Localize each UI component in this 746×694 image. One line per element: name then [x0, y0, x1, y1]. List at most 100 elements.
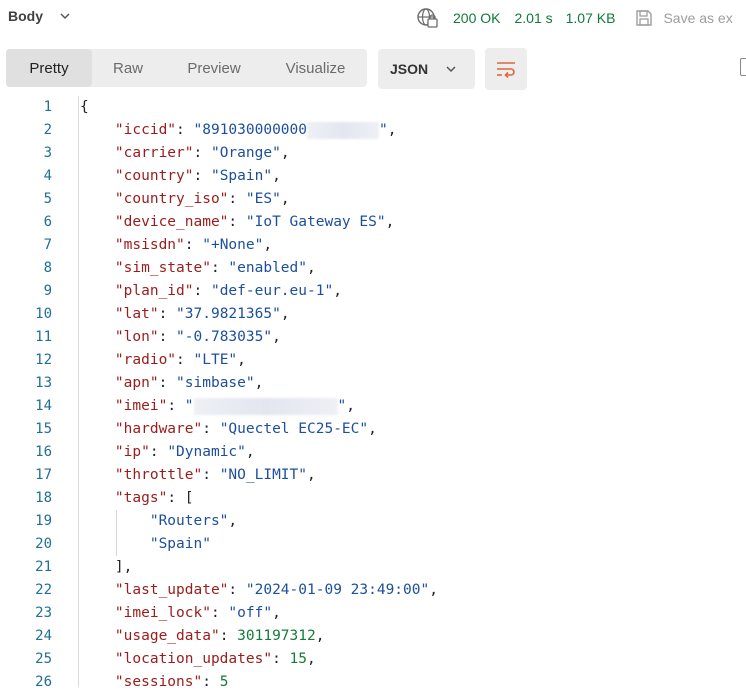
json-key: "last_update"	[114, 582, 229, 598]
json-string: "891030000000	[193, 122, 308, 138]
comma: ,	[333, 283, 342, 299]
code-line: 13 "apn": "simbase",	[0, 372, 746, 395]
code-line: 20 "Spain"	[0, 533, 746, 556]
response-size[interactable]: 1.07 KB	[566, 10, 616, 26]
code-line: 18 "tags": [	[0, 487, 746, 510]
code-line: 4 "country": "Spain",	[0, 165, 746, 188]
tab-pretty[interactable]: Pretty	[6, 49, 92, 87]
line-number: 20	[35, 536, 52, 552]
comma: ,	[237, 352, 246, 368]
code-text: "apn": "simbase",	[80, 372, 263, 395]
code-text: "iccid": "891030000000 ",	[80, 119, 396, 142]
code-text: "imei": " ",	[80, 395, 355, 418]
tab-raw[interactable]: Raw	[92, 49, 164, 87]
line-number: 25	[35, 651, 52, 667]
code-text: "lat": "37.9821365",	[80, 303, 290, 326]
json-key: "carrier"	[114, 145, 194, 161]
code-text: "device_name": "IoT Gateway ES",	[80, 211, 394, 234]
colon: :	[193, 168, 211, 184]
colon: :	[158, 329, 177, 345]
code-line: 3 "carrier": "Orange",	[0, 142, 746, 165]
code-line: 12 "radio": "LTE",	[0, 349, 746, 372]
colon: :	[202, 467, 220, 483]
json-string: "enabled"	[228, 260, 307, 276]
code-viewer[interactable]: 1{2 "iccid": "891030000000 ", 3 "carrier":…	[0, 96, 746, 690]
line-number: 11	[35, 329, 52, 345]
save-as-example-button[interactable]: Save as ex	[663, 10, 732, 26]
comma: ,	[280, 145, 290, 161]
bracket: [	[184, 490, 194, 506]
copy-icon[interactable]	[740, 58, 746, 76]
code-text: "location_updates": 15,	[80, 648, 316, 671]
tab-visualize[interactable]: Visualize	[264, 49, 367, 87]
comma: ,	[280, 191, 290, 207]
code-text: "Spain"	[80, 533, 211, 556]
tab-preview[interactable]: Preview	[164, 49, 264, 87]
line-number: 15	[35, 421, 52, 437]
json-key: "country_iso"	[114, 191, 229, 207]
code-line: 7 "msisdn": "+None",	[0, 234, 746, 257]
code-text: "tags": [	[80, 487, 194, 510]
comma: ,	[263, 237, 273, 253]
json-number: 301197312	[237, 628, 316, 644]
json-key: "throttle"	[114, 467, 203, 483]
json-string: "	[337, 398, 347, 414]
json-string: "-0.783035"	[176, 329, 273, 345]
code-text: "last_update": "2024-01-09 23:49:00",	[80, 579, 438, 602]
comma: ,	[272, 605, 281, 621]
code-line: 22 "last_update": "2024-01-09 23:49:00",	[0, 579, 746, 602]
json-string: "NO_LIMIT"	[219, 467, 308, 483]
comma: ,	[245, 444, 255, 460]
code-line: 26 "sessions": 5	[0, 671, 746, 694]
body-dropdown[interactable]: Body	[8, 8, 71, 24]
line-number: 6	[43, 214, 52, 230]
json-key: "sim_state"	[114, 260, 211, 276]
globe-lock-icon[interactable]	[416, 7, 438, 29]
code-text: "carrier": "Orange",	[80, 142, 290, 165]
colon: :	[272, 651, 290, 667]
format-dropdown[interactable]: JSON	[378, 49, 475, 89]
code-line: 23 "imei_lock": "off",	[0, 602, 746, 625]
json-key: "imei"	[114, 398, 168, 414]
chevron-down-icon	[446, 66, 456, 73]
line-number: 23	[35, 605, 52, 621]
status-code[interactable]: 200 OK	[453, 10, 500, 26]
colon: :	[228, 214, 246, 230]
response-time[interactable]: 2.01 s	[514, 10, 552, 26]
json-string: "ES"	[245, 191, 281, 207]
line-number: 14	[35, 398, 52, 414]
json-key: "ip"	[114, 444, 150, 460]
comma: ,	[315, 628, 325, 644]
code-text: "usage_data": 301197312,	[80, 625, 325, 648]
line-number: 18	[35, 490, 52, 506]
colon: :	[193, 283, 211, 299]
chevron-down-icon	[60, 13, 70, 20]
line-number: 4	[43, 168, 52, 184]
code-text: "radio": "LTE",	[80, 349, 246, 372]
comma: ,	[368, 421, 377, 437]
colon: :	[202, 674, 220, 690]
json-key: "lon"	[114, 329, 159, 345]
code-line: 2 "iccid": "891030000000 ",	[0, 119, 746, 142]
comma: ,	[280, 306, 290, 322]
line-number: 1	[43, 99, 52, 115]
json-string: "Orange"	[210, 145, 281, 161]
code-text: "sim_state": "enabled",	[80, 257, 316, 280]
bracket: ],	[80, 559, 133, 575]
line-number: 3	[43, 145, 52, 161]
json-key: "apn"	[114, 375, 159, 391]
json-key: "tags"	[114, 490, 168, 506]
wrap-lines-button[interactable]	[485, 48, 527, 90]
json-string: "Quectel EC25-EC"	[219, 421, 369, 437]
json-key: "location_updates"	[114, 651, 273, 667]
colon: :	[193, 145, 211, 161]
code-line: 1{	[0, 96, 746, 119]
